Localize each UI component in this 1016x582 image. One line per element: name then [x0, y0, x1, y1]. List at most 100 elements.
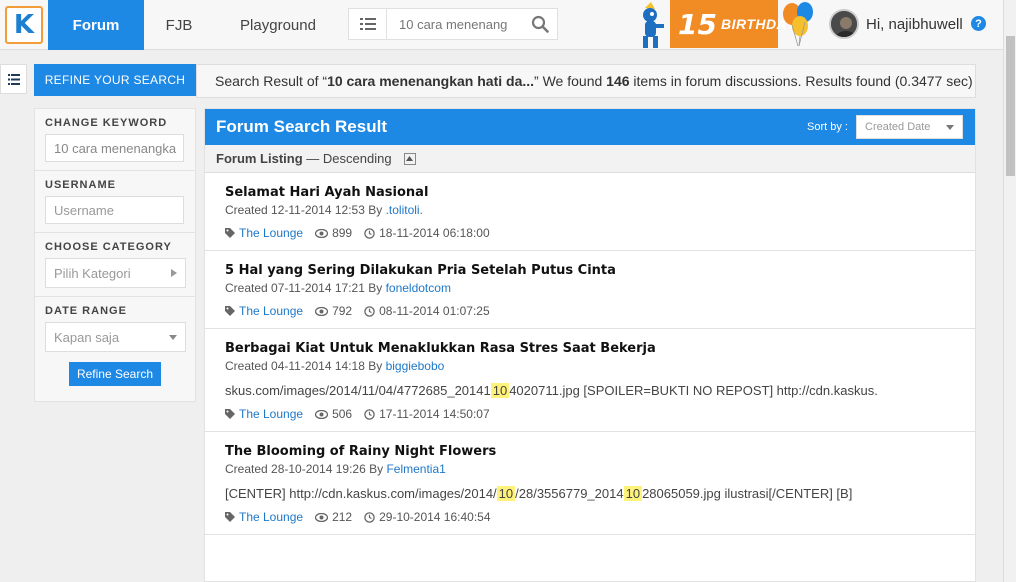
refine-search-tab[interactable]: REFINE YOUR SEARCH — [34, 64, 196, 96]
thread-meta: Created 28-10-2014 19:26 By Felmentia1 — [225, 462, 955, 476]
list-icon — [7, 73, 20, 85]
category-link[interactable]: The Lounge — [239, 510, 303, 524]
thread-title[interactable]: The Blooming of Rainy Night Flowers — [225, 444, 955, 459]
last-post-value: 08-11-2014 01:07:25 — [379, 304, 490, 318]
tag-icon — [225, 306, 235, 316]
sort-select[interactable]: Created Date — [856, 115, 963, 139]
created-info: Created 12-11-2014 12:53 By — [225, 203, 386, 217]
listing-label: Forum Listing — [216, 151, 303, 166]
collapse-toggle[interactable] — [403, 152, 416, 165]
username-section: USERNAME Username — [35, 171, 195, 233]
birthday-number: 15 — [678, 7, 717, 41]
snippet-highlight: 10 — [496, 486, 516, 501]
listing-bar: Forum Listing — Descending — [205, 145, 975, 173]
sort-control: Sort by : Created Date — [807, 115, 963, 139]
category-link[interactable]: The Lounge — [239, 407, 303, 421]
clock-icon — [364, 511, 375, 523]
author-link[interactable]: biggiebobo — [386, 359, 445, 373]
thread-title[interactable]: Berbagai Kiat Untuk Menaklukkan Rasa Str… — [225, 341, 955, 356]
tab-playground[interactable]: Playground — [214, 0, 342, 50]
kaskus-logo[interactable]: K — [5, 6, 43, 44]
sort-label: Sort by : — [807, 121, 848, 133]
thread-title[interactable]: 5 Hal yang Sering Dilakukan Pria Setelah… — [225, 263, 955, 278]
view-count: 506 — [315, 407, 352, 421]
result-suffix: items in forum discussions. Results foun… — [629, 73, 973, 89]
balloons-icon — [783, 2, 813, 47]
category-select[interactable]: Pilih Kategori — [45, 258, 186, 288]
category-tag[interactable]: The Lounge — [225, 226, 303, 240]
category-tag[interactable]: The Lounge — [225, 304, 303, 318]
created-info: Created 07-11-2014 17:21 By — [225, 281, 386, 295]
chevron-down-icon — [946, 124, 954, 130]
thread-title[interactable]: Selamat Hari Ayah Nasional — [225, 185, 955, 200]
sort-value: Created Date — [865, 121, 931, 133]
refine-search-button[interactable]: Refine Search — [69, 362, 161, 386]
result-mid: ” We found — [534, 73, 607, 89]
search-menu-button[interactable] — [348, 8, 386, 40]
category-link[interactable]: The Lounge — [239, 304, 303, 318]
category-tag[interactable]: The Lounge — [225, 510, 303, 524]
top-navbar: K Forum FJB Playground 15 BIRTHDAY — [0, 0, 1003, 50]
date-section: DATE RANGE Kapan saja Refine Search — [35, 297, 195, 394]
help-icon[interactable]: ? — [971, 16, 986, 31]
scroll-thumb[interactable] — [1006, 36, 1015, 176]
keyword-input[interactable]: 10 cara menenangka — [45, 134, 184, 162]
list-icon — [359, 18, 376, 30]
author-link[interactable]: Felmentia1 — [386, 462, 445, 476]
avatar-image — [831, 11, 857, 37]
date-value: Kapan saja — [54, 329, 120, 345]
result-header: Forum Search Result Sort by : Created Da… — [205, 109, 975, 145]
snippet-highlight: 10 — [623, 486, 643, 501]
date-select[interactable]: Kapan saja — [45, 322, 186, 352]
eye-icon — [315, 228, 329, 238]
user-greeting[interactable]: Hi, najibhuwell — [866, 16, 963, 33]
thread-meta: Created 07-11-2014 17:21 By foneldotcom — [225, 281, 955, 295]
last-post-time: 29-10-2014 16:40:54 — [364, 510, 491, 524]
clock-icon — [364, 227, 375, 239]
views-value: 212 — [332, 510, 353, 524]
tag-icon — [225, 228, 235, 238]
category-link[interactable]: The Lounge — [239, 226, 303, 240]
search-input[interactable] — [387, 9, 517, 39]
category-label: CHOOSE CATEGORY — [45, 241, 172, 253]
username-label: USERNAME — [45, 179, 116, 191]
page-scrollbar[interactable] — [1003, 0, 1016, 582]
eye-icon — [315, 409, 329, 419]
last-post-time: 18-11-2014 06:18:00 — [364, 226, 490, 240]
last-post-time: 17-11-2014 14:50:07 — [364, 407, 490, 421]
date-label: DATE RANGE — [45, 305, 127, 317]
username-input[interactable]: Username — [45, 196, 184, 224]
snippet-text: [CENTER] http://cdn.kaskus.com/images/20… — [225, 486, 497, 501]
view-count: 212 — [315, 510, 352, 524]
tab-fjb[interactable]: FJB — [144, 0, 214, 50]
thread-snippet: skus.com/images/2014/11/04/4772685_20141… — [225, 383, 955, 398]
chevron-down-icon — [169, 334, 177, 340]
filter-panel: CHANGE KEYWORD 10 cara menenangka USERNA… — [34, 108, 196, 402]
view-count: 792 — [315, 304, 352, 318]
last-post-value: 29-10-2014 16:40:54 — [379, 510, 491, 524]
snippet-text: skus.com/images/2014/11/04/4772685_20141 — [225, 383, 491, 398]
thread-stats: The Lounge 212 29-10-2014 16:40:54 — [225, 510, 955, 524]
sidebar-toggle[interactable] — [0, 64, 27, 94]
views-value: 899 — [332, 226, 353, 240]
category-tag[interactable]: The Lounge — [225, 407, 303, 421]
search-result-summary: Search Result of “ 10 cara menenangkan h… — [196, 64, 976, 98]
birthday-banner[interactable]: 15 BIRTHDAY — [670, 0, 796, 48]
tab-forum[interactable]: Forum — [48, 0, 144, 50]
user-avatar[interactable] — [829, 9, 859, 39]
chevron-up-icon — [406, 156, 414, 161]
snippet-text: 28065059.jpg ilustrasi[/CENTER] [B] — [642, 486, 853, 501]
listing-order: — Descending — [302, 151, 392, 166]
thread-meta: Created 04-11-2014 14:18 By biggiebobo — [225, 359, 955, 373]
thread-item: Selamat Hari Ayah Nasional Created 12-11… — [205, 173, 975, 251]
category-value: Pilih Kategori — [54, 265, 131, 281]
thread-item: 5 Hal yang Sering Dilakukan Pria Setelah… — [205, 251, 975, 329]
keyword-label: CHANGE KEYWORD — [45, 117, 168, 129]
search-icon[interactable] — [531, 15, 549, 33]
tag-icon — [225, 409, 235, 419]
category-section: CHOOSE CATEGORY Pilih Kategori — [35, 233, 195, 297]
author-link[interactable]: .tolitoli. — [386, 203, 423, 217]
thread-stats: The Lounge 899 18-11-2014 06:18:00 — [225, 226, 955, 240]
chevron-right-icon — [171, 269, 177, 277]
author-link[interactable]: foneldotcom — [386, 281, 451, 295]
